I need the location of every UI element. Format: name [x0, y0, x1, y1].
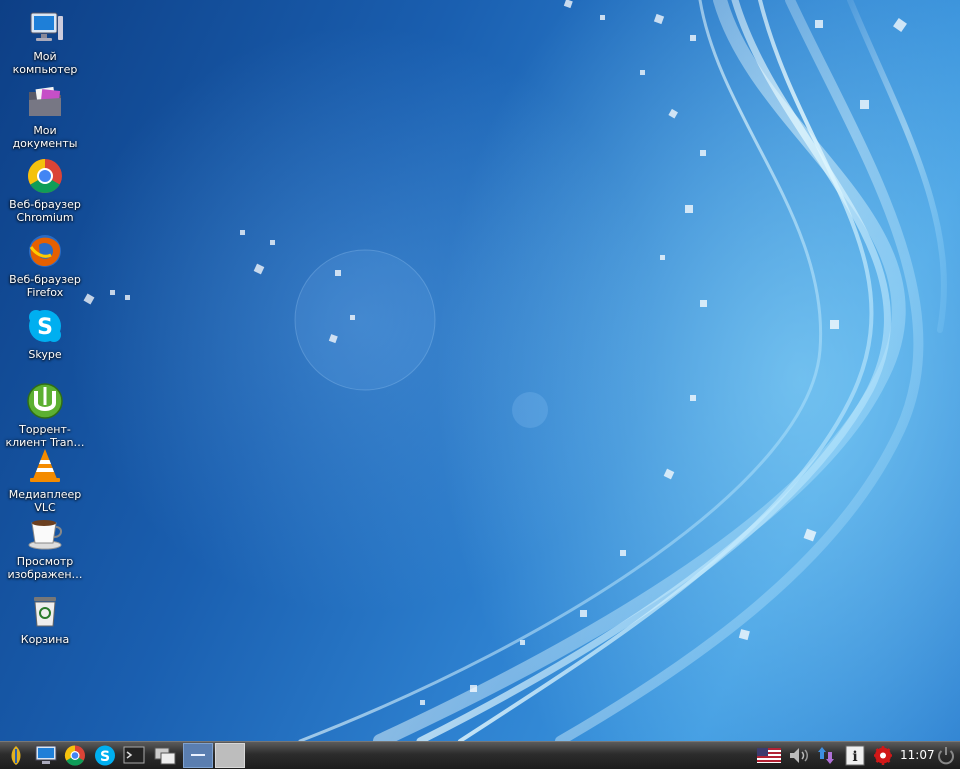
utorrent-icon [27, 383, 63, 419]
update-notifier-icon [874, 746, 892, 765]
launcher-skype[interactable]: S [93, 743, 117, 768]
icon-label-line1: Веб-браузер [9, 273, 81, 286]
trash-icon [34, 597, 56, 627]
svg-text:S: S [37, 315, 53, 340]
info-icon: i [845, 745, 865, 766]
vlc-cone-icon [30, 449, 60, 482]
us-flag-icon [757, 748, 781, 763]
minimize-dash-icon [191, 754, 205, 756]
skype-icon: S [29, 310, 61, 342]
documents-folder-icon [29, 86, 61, 116]
icon-label-line2: Firefox [26, 286, 64, 299]
computer-icon [30, 12, 63, 41]
icon-label-line2: документы [12, 137, 78, 150]
start-menu-button[interactable] [4, 743, 28, 768]
skype-icon: S [95, 745, 115, 766]
launcher-terminal[interactable] [122, 743, 146, 768]
clock[interactable]: 11:07 [900, 748, 935, 762]
desktop-icon-vlc[interactable]: Медиаплеер VLC [2, 446, 88, 514]
windows-switcher-icon [154, 747, 176, 765]
launcher-computer[interactable] [33, 743, 59, 768]
wallpaper-light-streaks [83, 0, 947, 741]
icon-label-line1: Корзина [20, 633, 70, 646]
icon-label-line1: Мои [33, 124, 57, 137]
svg-text:i: i [852, 749, 857, 765]
start-menu-icon [11, 746, 21, 765]
volume-control[interactable] [787, 743, 811, 768]
icon-label-line1: Медиаплеер [8, 488, 82, 501]
icon-label-line1: Skype [28, 348, 62, 361]
svg-text:S: S [100, 749, 110, 765]
workspace-1[interactable] [183, 743, 213, 768]
icon-label-line2: компьютер [12, 63, 78, 76]
keyboard-layout-indicator[interactable] [755, 743, 783, 768]
icon-label-line2: изображен… [7, 568, 83, 581]
launcher-window-switcher[interactable] [152, 743, 176, 768]
network-icon [818, 747, 834, 764]
icon-label-line1: Веб-браузер [9, 198, 81, 211]
desktop-icon-trash[interactable]: Корзина [2, 591, 88, 646]
desktop-icon-firefox[interactable]: Веб-браузер Firefox [2, 231, 88, 299]
network-indicator[interactable] [814, 743, 838, 768]
icon-label-line1: Просмотр [16, 555, 74, 568]
terminal-icon [123, 746, 145, 764]
firefox-icon [29, 235, 61, 267]
desktop-icon-skype[interactable]: S Skype [2, 306, 88, 361]
power-button[interactable] [934, 743, 958, 768]
desktop-icon-my-computer[interactable]: Мой компьютер [2, 8, 88, 76]
update-notifier[interactable] [871, 743, 895, 768]
icon-label-line2: Chromium [16, 211, 74, 224]
image-viewer-cup-icon [28, 520, 62, 550]
icon-label-line1: Мой [33, 50, 57, 63]
desktop-icon-chromium[interactable]: Веб-браузер Chromium [2, 156, 88, 224]
chromium-icon [64, 745, 85, 766]
launcher-chromium[interactable] [63, 743, 87, 768]
power-icon [938, 747, 954, 765]
desktop-icon-image-viewer[interactable]: Просмотр изображен… [2, 513, 88, 581]
desktop-icon-transmission[interactable]: Торрент- клиент Tran… [2, 381, 88, 449]
workspace-2[interactable] [215, 743, 245, 768]
info-button[interactable]: i [843, 743, 867, 768]
volume-icon [790, 748, 808, 763]
desktop-icon-my-documents[interactable]: Мои документы [2, 82, 88, 150]
icon-label-line1: Торрент- [19, 423, 71, 436]
computer-icon [35, 745, 57, 764]
desktop[interactable]: Мой компьютер Мои документы Веб-браузер [0, 0, 960, 741]
taskbar: S i 11:07 [0, 741, 960, 769]
chromium-icon [28, 159, 62, 193]
